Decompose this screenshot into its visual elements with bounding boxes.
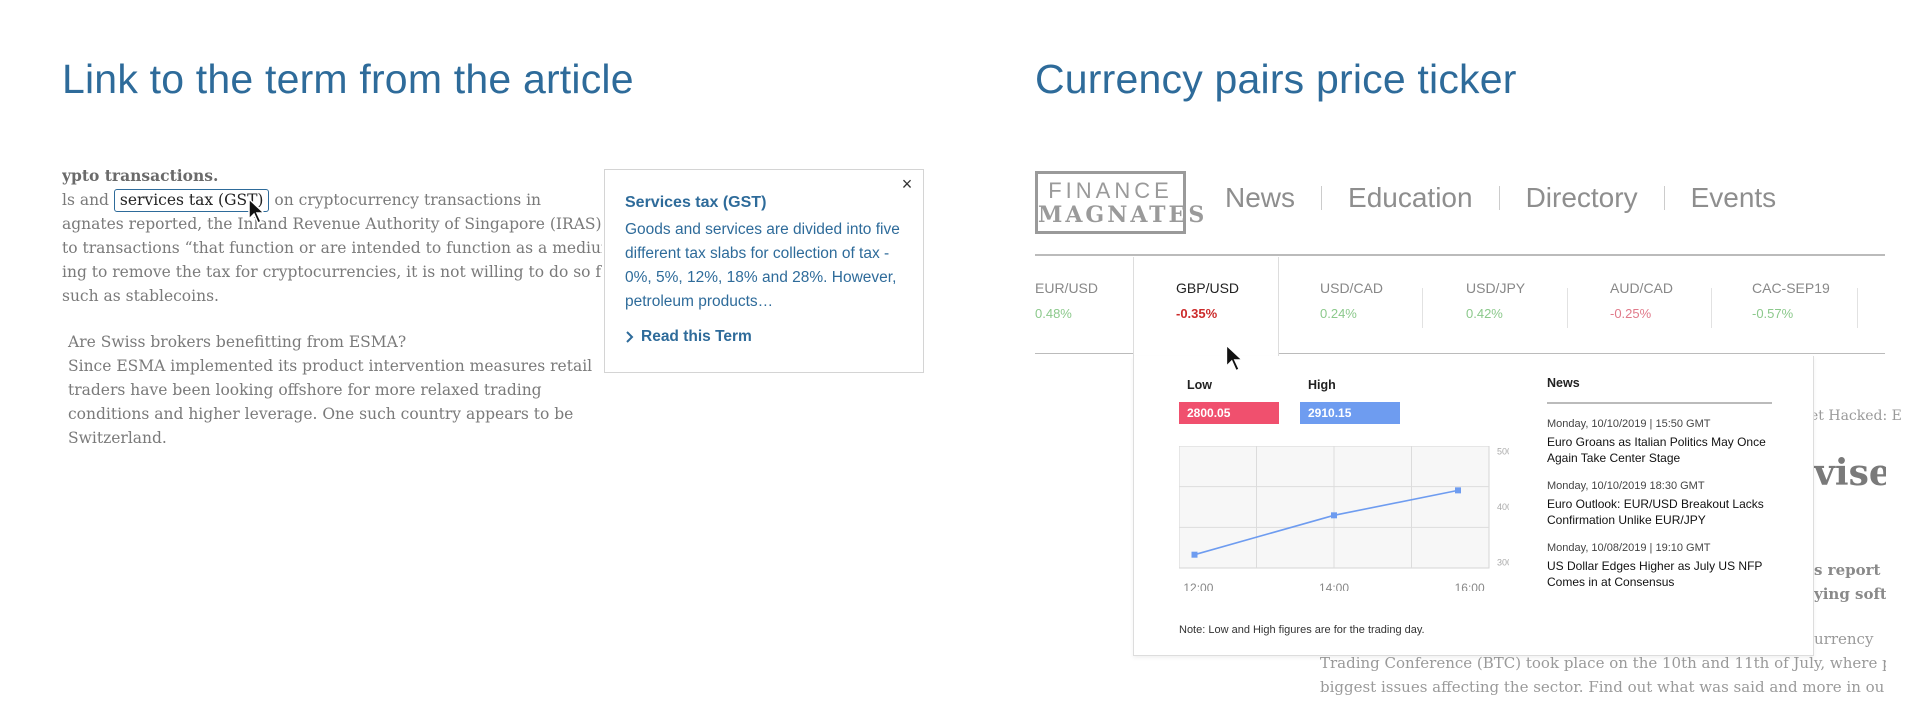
tooltip-term-title: Services tax (GST)	[625, 194, 767, 211]
chart-data-point	[1331, 512, 1337, 519]
chart-y-tick-label: 400	[1497, 502, 1509, 512]
news-item[interactable]: Monday, 10/10/2019 18:30 GMT Euro Outloo…	[1547, 480, 1772, 528]
chart-x-tick-label: 12:00	[1183, 581, 1213, 591]
nav-education[interactable]: Education	[1321, 184, 1499, 212]
news-headline[interactable]: US Dollar Edges Higher as July US NFP Co…	[1547, 558, 1772, 590]
nav-divider	[1035, 254, 1885, 256]
article-excerpt: ypto transactions. ls and services tax (…	[62, 164, 602, 464]
ticker-separator	[1857, 288, 1858, 328]
chevron-right-icon	[626, 331, 634, 343]
low-label: Low	[1187, 378, 1212, 392]
nav-directory[interactable]: Directory	[1498, 184, 1664, 212]
ticker-change: 0.48%	[1035, 306, 1072, 321]
low-value-badge: 2800.05	[1179, 402, 1279, 424]
article-text: ls and	[62, 191, 114, 209]
bg-headline-fragment: visec	[1814, 452, 1886, 494]
news-headline[interactable]: Euro Outlook: EUR/USD Breakout Lacks Con…	[1547, 496, 1772, 528]
left-section-title: Link to the term from the article	[62, 56, 634, 102]
ticker-pair: CAC-SEP19	[1752, 280, 1830, 296]
article-heading-fragment: ypto transactions.	[62, 166, 219, 185]
read-term-label: Read this Term	[641, 328, 752, 345]
ticker-pair: GBP/USD	[1176, 280, 1240, 296]
chart-x-tick-label: 16:00	[1455, 581, 1485, 591]
news-date: Monday, 10/10/2019 | 15:50 GMT	[1547, 418, 1711, 430]
chart-y-tick-label: 500	[1497, 447, 1509, 457]
ticker-separator	[1422, 288, 1423, 328]
ticker-separator	[1711, 288, 1712, 328]
news-date: Monday, 10/08/2019 | 19:10 GMT	[1547, 542, 1711, 554]
ticker-change: -0.57%	[1752, 306, 1794, 321]
bg-text-fragment: urrency	[1814, 630, 1874, 648]
tooltip-term-description: Goods and services are divided into five…	[625, 221, 900, 310]
ticker-change: -0.25%	[1610, 306, 1652, 321]
article-text: on cryptocurrency transactions in	[269, 191, 542, 209]
ticker-cac-sep19[interactable]: CAC-SEP19 -0.57%	[1752, 280, 1882, 321]
bg-headline-fragment: s report fc	[1814, 561, 1886, 579]
chart-y-tick-label: 300	[1497, 557, 1509, 567]
article-line-3: to transactions “that function or are in…	[62, 239, 602, 257]
article-line-2: agnates reported, the Inland Revenue Aut…	[62, 215, 602, 233]
low-high-note: Note: Low and High figures are for the t…	[1179, 624, 1425, 636]
news-title: News	[1547, 376, 1772, 404]
chart-data-point	[1191, 551, 1198, 558]
logo-line-1: FINANCE	[1048, 178, 1173, 203]
ticker-change: 0.24%	[1320, 306, 1357, 321]
finance-magnates-logo[interactable]: FINANCE MAGNATES	[1035, 171, 1208, 234]
article-related-body: Since ESMA implemented its product inter…	[68, 357, 593, 447]
right-section-title: Currency pairs price ticker	[1035, 56, 1517, 102]
ticker-pair: EUR/USD	[1035, 280, 1099, 296]
ticker-pair: AUD/CAD	[1610, 280, 1674, 296]
ticker-gbp-usd[interactable]: GBP/USD -0.35%	[1176, 280, 1306, 321]
high-label: High	[1308, 378, 1336, 392]
ticker-pair: USD/JPY	[1466, 280, 1526, 296]
news-item[interactable]: Monday, 10/08/2019 | 19:10 GMT US Dollar…	[1547, 542, 1772, 590]
main-nav: News Education Directory Events	[1225, 184, 1803, 212]
read-term-link[interactable]: Read this Term	[625, 328, 903, 346]
logo-line-2: MAGNATES	[1038, 202, 1208, 228]
ticker-pair: USD/CAD	[1320, 280, 1384, 296]
news-column: News Monday, 10/10/2019 | 15:50 GMT Euro…	[1547, 376, 1772, 590]
ticker-separator	[1567, 288, 1568, 328]
price-chart-svg: 300 400 500 12:00 14:00 16:00	[1179, 446, 1509, 591]
ticker-eur-usd[interactable]: EUR/USD 0.48%	[1035, 280, 1165, 321]
ticker-change: -0.35%	[1176, 306, 1218, 321]
bg-text-fragment: Trading Conference (BTC) took place on t…	[1320, 654, 1886, 672]
bg-headline-fragment: ying soft g	[1814, 585, 1886, 603]
news-date: Monday, 10/10/2019 18:30 GMT	[1547, 480, 1705, 492]
close-icon[interactable]: ×	[897, 174, 917, 194]
term-tooltip: × Services tax (GST) Goods and services …	[604, 169, 924, 373]
ticker-usd-cad[interactable]: USD/CAD 0.24%	[1320, 280, 1450, 321]
nav-news[interactable]: News	[1225, 184, 1321, 212]
article-line-5: such as stablecoins.	[62, 287, 219, 305]
chart-x-tick-label: 14:00	[1319, 581, 1349, 591]
news-item[interactable]: Monday, 10/10/2019 | 15:50 GMT Euro Groa…	[1547, 418, 1772, 466]
ticker-change: 0.42%	[1466, 306, 1503, 321]
news-headline[interactable]: Euro Groans as Italian Politics May Once…	[1547, 434, 1772, 466]
bg-text-fragment: biggest issues affecting the sector. Fin…	[1320, 678, 1885, 696]
bg-headline-fragment: et Hacked: E	[1810, 408, 1902, 424]
chart-data-point	[1455, 487, 1461, 494]
mouse-pointer-icon	[1225, 344, 1245, 372]
ticker-usd-jpy[interactable]: USD/JPY 0.42%	[1466, 280, 1596, 321]
nav-events[interactable]: Events	[1663, 184, 1803, 212]
ticker-detail-dropdown: Low 2800.05 High 2910.15 300 400 500 12:00 1…	[1133, 356, 1814, 656]
high-value-badge: 2910.15	[1300, 402, 1400, 424]
ticker-aud-cad[interactable]: AUD/CAD -0.25%	[1610, 280, 1740, 321]
article-line-1: ls and services tax (GST) on cryptocurre…	[62, 188, 541, 212]
article-line-4: ing to remove the tax for cryptocurrenci…	[62, 263, 602, 281]
article-related-heading[interactable]: Are Swiss brokers benefitting from ESMA?	[68, 330, 598, 354]
mouse-pointer-icon	[248, 198, 266, 225]
price-line-chart: 300 400 500 12:00 14:00 16:00	[1179, 446, 1509, 591]
